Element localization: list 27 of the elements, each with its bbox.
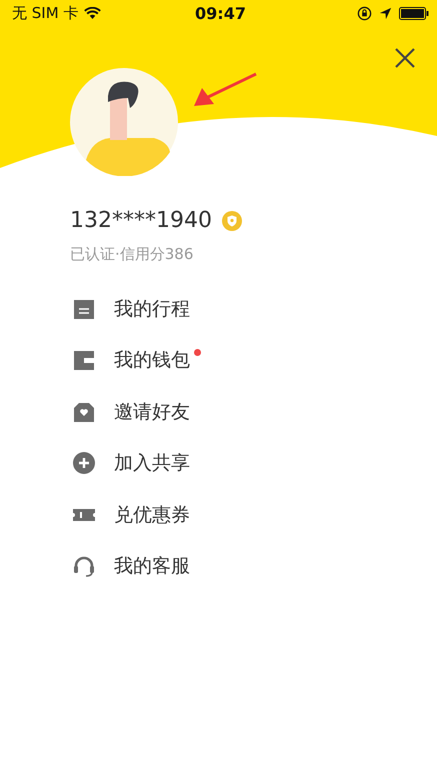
menu-item[interactable]: 邀请好友 [72, 386, 437, 438]
headset-icon [72, 554, 96, 578]
menu-label: 邀请好友 [114, 400, 190, 425]
phone-number: 132****1940 [70, 208, 212, 233]
location-icon [378, 6, 393, 20]
close-icon [394, 47, 416, 69]
wallet-icon [72, 348, 96, 372]
carrier-text: 无 SIM 卡 [12, 4, 78, 22]
rotation-lock-icon [357, 6, 372, 20]
plus-circle-icon [72, 451, 96, 476]
menu-item[interactable]: 加入共享 [72, 438, 437, 489]
menu-label: 我的钱包 [114, 348, 190, 374]
avatar-drawing[interactable] [70, 68, 178, 176]
menu-item[interactable]: 我的客服 [72, 540, 437, 592]
menu-item[interactable]: 兑优惠券 [72, 489, 437, 540]
battery-icon [399, 6, 429, 20]
clock-text: 09:47 [195, 4, 246, 22]
credit-status-text: 已认证·信用分386 [70, 245, 194, 264]
wifi-icon [84, 7, 102, 19]
menu-label: 加入共享 [114, 451, 190, 476]
menu-item[interactable]: 我的钱包 [72, 334, 437, 386]
shield-badge-icon [222, 210, 242, 230]
menu-label: 兑优惠券 [114, 502, 190, 528]
menu-label: 我的客服 [114, 554, 190, 580]
menu-label: 我的行程 [114, 296, 190, 322]
menu-item[interactable]: 我的行程 [72, 283, 437, 334]
close-button[interactable] [393, 46, 417, 70]
